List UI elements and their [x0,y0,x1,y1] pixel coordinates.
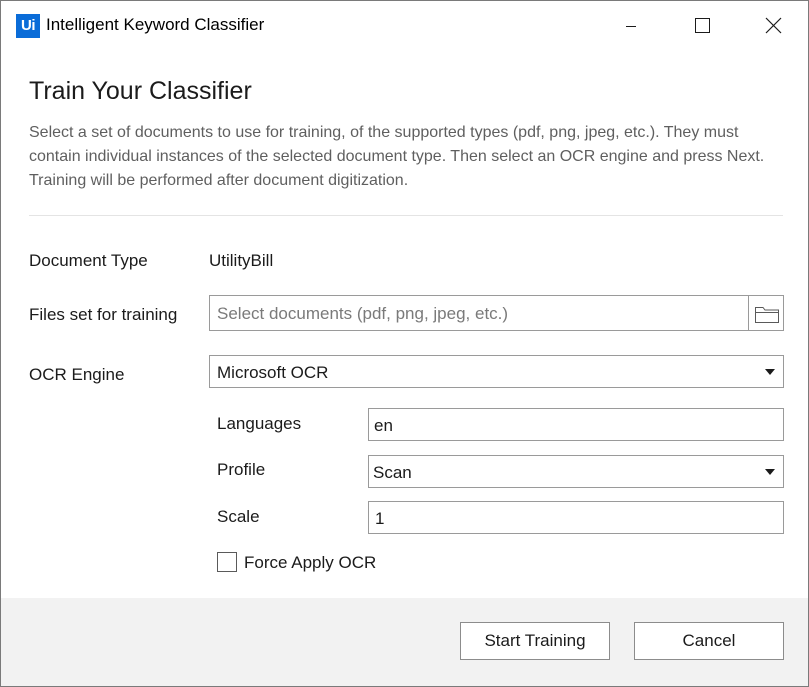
files-placeholder: Select documents (pdf, png, jpeg, etc.) [217,304,509,323]
maximize-button[interactable] [666,1,736,51]
minimize-icon [626,26,636,27]
dialog-footer: Start Training Cancel [1,598,808,686]
languages-value: en [374,416,393,435]
start-training-button[interactable]: Start Training [460,622,610,660]
profile-label: Profile [217,460,266,479]
page-title: Train Your Classifier [29,77,252,105]
profile-selected: Scan [373,463,412,482]
languages-input[interactable]: en [368,408,784,441]
scale-value: 1 [375,509,385,528]
languages-label: Languages [217,414,302,433]
scale-label: Scale [217,507,260,526]
browse-folder-button[interactable] [748,295,784,331]
profile-dropdown[interactable]: Scan [368,455,784,488]
document-type-label: Document Type [29,251,148,270]
scale-input[interactable]: 1 [368,501,784,534]
uipath-logo-icon: Ui [16,14,40,38]
chevron-down-icon [765,469,775,475]
close-icon [765,17,782,34]
ocr-engine-dropdown[interactable]: Microsoft OCR [209,355,784,388]
window-title: Intelligent Keyword Classifier [46,15,265,34]
title-bar: Ui Intelligent Keyword Classifier [1,1,808,51]
chevron-down-icon [765,369,775,375]
maximize-icon [695,18,710,33]
dialog-window: Ui Intelligent Keyword Classifier Train … [0,0,809,687]
force-apply-ocr-label[interactable]: Force Apply OCR [244,553,376,573]
files-label: Files set for training [29,305,178,324]
page-description: Select a set of documents to use for tra… [29,124,765,189]
files-input[interactable]: Select documents (pdf, png, jpeg, etc.) [209,295,749,331]
divider [29,215,783,216]
ocr-engine-selected: Microsoft OCR [217,363,329,382]
minimize-button[interactable] [596,1,666,51]
force-apply-ocr-checkbox[interactable] [217,552,237,572]
cancel-button[interactable]: Cancel [634,622,784,660]
document-type-value: UtilityBill [209,251,274,270]
ocr-engine-label: OCR Engine [29,365,125,384]
folder-icon [755,307,779,323]
close-button[interactable] [738,1,808,51]
